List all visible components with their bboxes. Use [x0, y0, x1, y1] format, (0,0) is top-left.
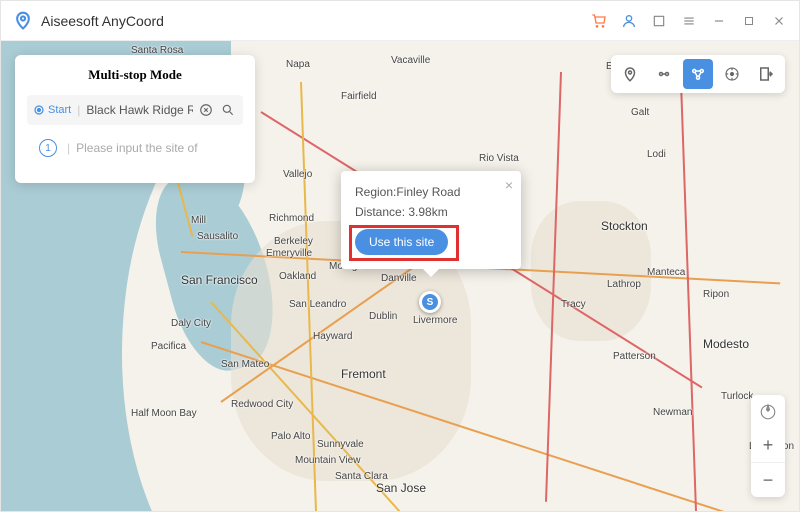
- city-label: Daly City: [171, 318, 211, 329]
- zoom-out-button[interactable]: −: [751, 463, 785, 497]
- compass-icon[interactable]: [751, 395, 785, 429]
- city-label: Lodi: [647, 149, 666, 160]
- titlebar: Aiseesoft AnyCoord: [1, 1, 799, 41]
- city-label: Fairfield: [341, 91, 377, 102]
- app-title: Aiseesoft AnyCoord: [41, 13, 591, 29]
- city-label: Sausalito: [197, 231, 238, 242]
- city-label: Napa: [286, 59, 310, 70]
- popup-distance: Distance: 3.98km: [355, 205, 507, 219]
- city-label: Patterson: [613, 351, 656, 362]
- export-button[interactable]: [751, 59, 781, 89]
- city-label: Livermore: [413, 315, 457, 326]
- titlebar-actions: [591, 13, 787, 29]
- location-popup: × Region:Finley Road Distance: 3.98km Us…: [341, 171, 521, 269]
- city-label: Half Moon Bay: [131, 408, 197, 419]
- popup-region: Region:Finley Road: [355, 185, 507, 199]
- multi-stop-panel: Multi-stop Mode Start | Black Hawk Ridge…: [15, 55, 255, 183]
- city-label: Newman: [653, 407, 692, 418]
- user-icon[interactable]: [621, 13, 637, 29]
- map-canvas[interactable]: Santa Rosa Sebastopol Napa Fairfield Vac…: [1, 41, 799, 511]
- city-label: Emeryville: [266, 248, 312, 259]
- one-stop-button[interactable]: [649, 59, 679, 89]
- city-label: San Leandro: [289, 299, 346, 310]
- search-icon[interactable]: [219, 101, 237, 119]
- stop-input[interactable]: Please input the site of: [76, 141, 237, 155]
- city-label: Dublin: [369, 311, 397, 322]
- city-label: Fremont: [341, 367, 386, 381]
- city-label: Oakland: [279, 271, 316, 282]
- city-label: Tracy: [561, 299, 586, 310]
- app-logo-icon: [13, 11, 33, 31]
- close-icon[interactable]: [771, 13, 787, 29]
- city-label: Pacifica: [151, 341, 186, 352]
- stop-input-row[interactable]: 1 | Please input the site of: [27, 133, 243, 163]
- use-this-site-button[interactable]: Use this site: [355, 229, 448, 255]
- city-label: Palo Alto: [271, 431, 310, 442]
- panel-title: Multi-stop Mode: [27, 67, 243, 83]
- city-label: Stockton: [601, 219, 648, 233]
- city-label: Manteca: [647, 267, 685, 278]
- city-label: Vacaville: [391, 55, 430, 66]
- city-label: Mountain View: [295, 455, 360, 466]
- zoom-control: + −: [751, 395, 785, 497]
- city-label: Berkeley: [274, 236, 313, 247]
- clear-icon[interactable]: [197, 101, 215, 119]
- city-label: Sunnyvale: [317, 439, 364, 450]
- maximize-icon[interactable]: [741, 13, 757, 29]
- city-label: Modesto: [703, 337, 749, 351]
- zoom-in-button[interactable]: +: [751, 429, 785, 463]
- city-label: Redwood City: [231, 399, 293, 410]
- city-label: Vallejo: [283, 169, 312, 180]
- menu-icon[interactable]: [681, 13, 697, 29]
- city-label: Richmond: [269, 213, 314, 224]
- multi-stop-button[interactable]: [683, 59, 713, 89]
- popup-close-icon[interactable]: ×: [505, 177, 513, 193]
- city-label: Ripon: [703, 289, 729, 300]
- city-label: Mill: [191, 215, 206, 226]
- window-icon[interactable]: [651, 13, 667, 29]
- map-marker-icon[interactable]: S: [419, 291, 441, 313]
- city-label: Lathrop: [607, 279, 641, 290]
- stop-number-badge: 1: [39, 139, 57, 157]
- joystick-button[interactable]: [717, 59, 747, 89]
- city-label: San Mateo: [221, 359, 269, 370]
- start-chip: Start: [33, 104, 71, 116]
- city-label: Turlock: [721, 391, 753, 402]
- city-label: San Jose: [376, 481, 426, 495]
- start-input[interactable]: Black Hawk Ridge Roa: [86, 103, 193, 117]
- start-input-row[interactable]: Start | Black Hawk Ridge Roa: [27, 95, 243, 125]
- city-label: Hayward: [313, 331, 352, 342]
- cart-icon[interactable]: [591, 13, 607, 29]
- minimize-icon[interactable]: [711, 13, 727, 29]
- city-label: Galt: [631, 107, 649, 118]
- city-label: San Francisco: [181, 273, 258, 287]
- modify-location-button[interactable]: [615, 59, 645, 89]
- city-label: Danville: [381, 273, 417, 284]
- mode-toolbar: [611, 55, 785, 93]
- city-label: Rio Vista: [479, 153, 519, 164]
